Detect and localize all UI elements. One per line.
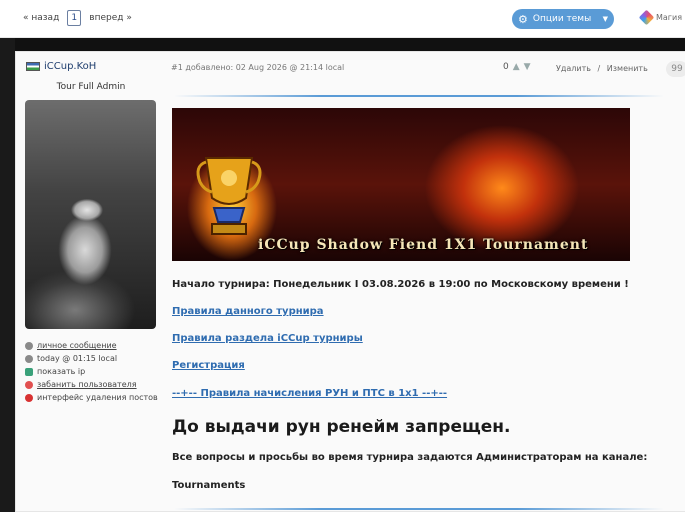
author-title: Tour Full Admin — [56, 82, 126, 92]
topic-options-label: Опции темы — [532, 14, 592, 24]
post-meta: #1 добавлено: 02 Aug 2026 @ 21:14 local — [171, 63, 345, 72]
magic-menu[interactable]: Магия — [638, 9, 683, 26]
banner-title: iCCup Shadow Fiend 1X1 Tournament — [258, 237, 589, 253]
rename-headline: До выдачи рун ренейм запрещен. — [172, 417, 511, 437]
pagination: « назад 1 вперед » — [23, 10, 132, 26]
edit-post-link[interactable]: Изменить — [607, 64, 648, 73]
chevron-down-icon: ▼ — [602, 15, 608, 23]
next-page-link[interactable]: вперед » — [89, 13, 132, 23]
gear-icon: ⚙ — [518, 12, 528, 26]
rules-section-row: Правила раздела iCCup турниры — [172, 333, 363, 344]
prev-page-link[interactable]: « назад — [23, 13, 59, 23]
clock-icon — [25, 354, 33, 363]
post-separator-top — [174, 95, 664, 97]
local-time: today @ 01:15 local — [37, 354, 118, 363]
flag-icon — [26, 62, 40, 71]
rules-section-link[interactable]: Правила раздела iCCup турниры — [172, 333, 363, 344]
avatar — [25, 100, 156, 329]
thumbs-up-icon[interactable]: ▲ — [513, 62, 520, 72]
current-page-number[interactable]: 1 — [67, 10, 82, 26]
magic-label: Магия — [656, 13, 683, 22]
registration-row: Регистрация — [172, 360, 245, 371]
author-link-ban[interactable]: забанить пользователя — [25, 378, 158, 391]
magic-icon — [638, 9, 655, 26]
ip-icon — [25, 367, 33, 376]
author-link-delete[interactable]: интерфейс удаления постов — [25, 391, 158, 404]
rules-tournament-link[interactable]: Правила данного турнира — [172, 306, 324, 317]
left-dark-strip — [0, 0, 15, 512]
tournament-banner: iCCup Shadow Fiend 1X1 Tournament — [172, 108, 630, 261]
author-name-row: iCCup.KoH — [26, 61, 96, 72]
channel-name: Tournaments — [172, 480, 246, 491]
delete-icon — [25, 393, 33, 402]
quote-button[interactable]: 99 — [666, 61, 685, 77]
post-vote: 0 ▲ ▼ — [503, 62, 531, 72]
registration-link[interactable]: Регистрация — [172, 360, 245, 371]
actions-separator: / — [597, 64, 601, 73]
post-author-panel: iCCup.KoH Tour Full Admin личное сообщен… — [16, 52, 166, 512]
questions-text: Все вопросы и просьбы во время турнира з… — [172, 452, 648, 463]
top-navigation: « назад 1 вперед » ⚙ Опции темы ▼ Магия — [0, 0, 685, 38]
topic-options-button[interactable]: ⚙ Опции темы ▼ — [512, 9, 614, 29]
show-ip-label[interactable]: показать ip — [37, 367, 85, 376]
post-separator-bottom — [174, 508, 664, 510]
author-links: личное сообщение today @ 01:15 local пок… — [25, 339, 158, 404]
delete-posts-label[interactable]: интерфейс удаления постов — [37, 393, 158, 402]
rune-rules-link[interactable]: --+-- Правила начисления РУН и ПТС в 1x1… — [172, 388, 447, 399]
rules-tournament-row: Правила данного турнира — [172, 306, 324, 317]
post-actions: Удалить / Изменить — [556, 64, 648, 73]
forum-post: iCCup.KoH Tour Full Admin личное сообщен… — [15, 51, 685, 512]
trophy-icon — [196, 157, 262, 235]
pm-label[interactable]: личное сообщение — [37, 341, 117, 350]
vote-count: 0 — [503, 62, 509, 72]
message-icon — [25, 341, 33, 350]
author-link-ip[interactable]: показать ip — [25, 365, 158, 378]
tournament-start-text: Начало турнира: Понедельник I 03.08.2026… — [172, 279, 629, 290]
author-link-pm[interactable]: личное сообщение — [25, 339, 158, 352]
rune-rules-row: --+-- Правила начисления РУН и ПТС в 1x1… — [172, 388, 447, 399]
thumbs-down-icon[interactable]: ▼ — [524, 62, 531, 72]
author-name[interactable]: iCCup.KoH — [44, 61, 96, 72]
ban-user-label[interactable]: забанить пользователя — [37, 380, 137, 389]
author-link-time: today @ 01:15 local — [25, 352, 158, 365]
delete-post-link[interactable]: Удалить — [556, 64, 591, 73]
ban-icon — [25, 380, 33, 389]
